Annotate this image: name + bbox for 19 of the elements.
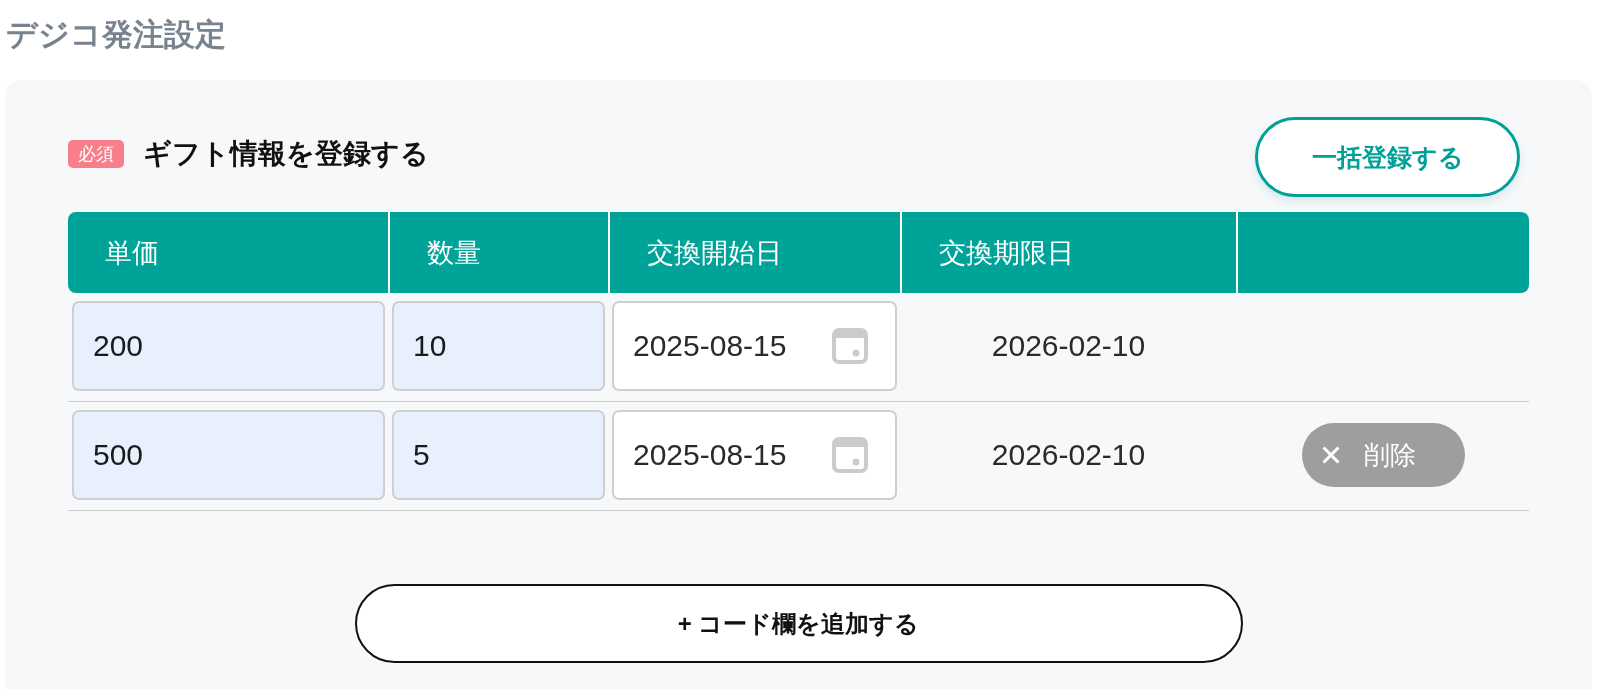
column-header: 数量 bbox=[427, 236, 481, 269]
calendar-icon[interactable] bbox=[832, 437, 868, 473]
date-field[interactable]: 2025-08-15 bbox=[612, 410, 897, 500]
quantity-field[interactable]: 10 bbox=[392, 301, 605, 391]
column-header: 単価 bbox=[105, 236, 159, 269]
calendar-icon[interactable] bbox=[832, 328, 868, 364]
column-header: 交換期限日 bbox=[939, 236, 1074, 269]
close-icon bbox=[1321, 446, 1340, 464]
unit-price-field[interactable]: 200 bbox=[72, 301, 385, 391]
expiry-date: 2026-02-10 bbox=[991, 438, 1146, 472]
page-title: デジコ発注設定 bbox=[5, 16, 226, 54]
required-badge: 必須 bbox=[68, 140, 124, 168]
expiry-date: 2026-02-10 bbox=[991, 329, 1146, 363]
column-header: 交換開始日 bbox=[647, 236, 782, 269]
date-field[interactable]: 2025-08-15 bbox=[612, 301, 897, 391]
section-title: ギフト情報を登録する bbox=[143, 137, 429, 171]
add-code-button[interactable]: + コード欄を追加する bbox=[354, 584, 1243, 663]
quantity-field[interactable]: 5 bbox=[392, 410, 605, 500]
unit-price-field[interactable]: 500 bbox=[72, 410, 385, 500]
